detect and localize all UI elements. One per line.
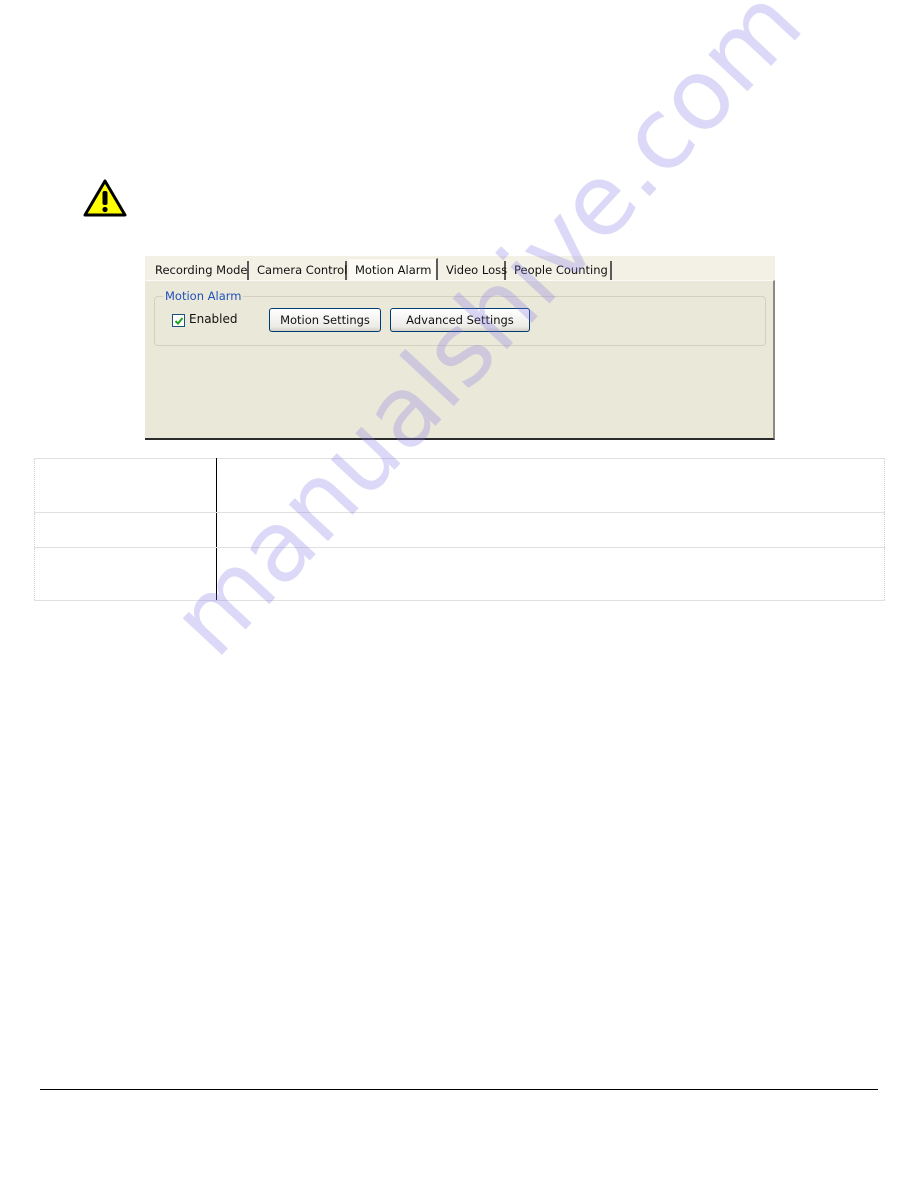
tab-camera-control[interactable]: Camera Control bbox=[251, 261, 347, 281]
table-term-cell bbox=[34, 457, 217, 514]
motion-alarm-tab-panel: Motion Alarm Enabled Motion Settings Adv… bbox=[145, 280, 775, 440]
footer-divider bbox=[40, 1089, 878, 1090]
tab-recording-mode[interactable]: Recording Mode bbox=[149, 261, 249, 281]
enabled-checkbox[interactable] bbox=[172, 314, 185, 327]
motion-alarm-groupbox: Motion Alarm Enabled Motion Settings Adv… bbox=[154, 289, 766, 346]
table-description-cell bbox=[216, 457, 885, 514]
groupbox-title: Motion Alarm bbox=[163, 289, 244, 303]
table-row bbox=[34, 457, 885, 514]
warning-triangle-icon bbox=[82, 178, 128, 218]
advanced-settings-button[interactable]: Advanced Settings bbox=[390, 308, 530, 332]
table-description-cell bbox=[216, 512, 885, 548]
checkmark-icon bbox=[174, 317, 184, 325]
description-table bbox=[34, 457, 885, 602]
tab-people-counting[interactable]: People Counting bbox=[508, 261, 612, 281]
table-term-cell bbox=[34, 512, 217, 548]
table-description-cell bbox=[216, 546, 885, 602]
enabled-checkbox-label: Enabled bbox=[189, 312, 238, 326]
motion-settings-button[interactable]: Motion Settings bbox=[269, 308, 381, 332]
tab-video-loss[interactable]: Video Loss bbox=[440, 261, 507, 281]
tab-strip: Recording Mode Camera Control Motion Ala… bbox=[145, 256, 775, 281]
camera-settings-dialog: Recording Mode Camera Control Motion Ala… bbox=[145, 256, 775, 440]
table-term-cell bbox=[34, 546, 217, 602]
table-row bbox=[34, 512, 885, 548]
table-row bbox=[34, 546, 885, 602]
tab-motion-alarm[interactable]: Motion Alarm bbox=[349, 258, 438, 281]
